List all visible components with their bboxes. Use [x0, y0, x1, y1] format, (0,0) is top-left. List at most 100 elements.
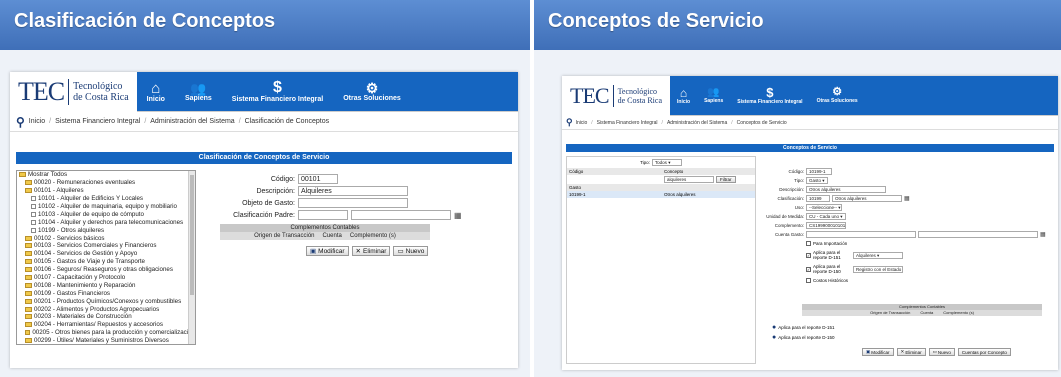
tree-item[interactable]: 10102 - Alquiler de maquinaria, equipo y…	[17, 203, 195, 211]
nav-sistema-financiero[interactable]: $ Sistema Financiero Integral	[222, 72, 333, 111]
report-select[interactable]: Alquileres ▾	[853, 251, 903, 259]
report-select[interactable]: Registro con el Estado ▾	[853, 265, 903, 273]
cuenta-desc-field[interactable]	[918, 231, 1038, 238]
main-nav: ⌂ Inicio 👥 Sapiens $ Sistema Financiero …	[136, 72, 518, 111]
slide-panel-left: Clasificación de Conceptos TEC Tecnológi…	[0, 0, 530, 377]
nav-sapiens[interactable]: 👥 Sapiens	[697, 76, 730, 115]
tree-item[interactable]: 00101 - Alquileres	[17, 187, 195, 195]
tree-item[interactable]: 00020 - Remuneraciones eventuales	[17, 179, 195, 187]
objeto-field[interactable]	[298, 198, 408, 208]
logo[interactable]: TEC Tecnológico de Costa Rica	[10, 72, 137, 112]
tree-item-label: 00204 - Herramientas/ Repuestos y acceso…	[34, 321, 163, 329]
checkbox[interactable]	[806, 241, 811, 246]
logo[interactable]: TEC Tecnológico de Costa Rica	[562, 76, 670, 116]
nav-inicio[interactable]: ⌂ Inicio	[670, 76, 697, 115]
slide-title: Conceptos de Servicio	[534, 0, 1061, 50]
tipo-select[interactable]: Gasto ▾	[806, 177, 828, 184]
breadcrumb-item[interactable]: Sistema Financiero Integral	[55, 118, 140, 125]
checkbox[interactable]: ✓	[806, 252, 811, 258]
checkbox[interactable]	[806, 278, 811, 283]
nav-label: Sapiens	[704, 97, 724, 104]
uso-select[interactable]: --Seleccione-- ▾	[806, 204, 842, 211]
breadcrumb-item[interactable]: Administración del Sistema	[667, 120, 727, 126]
concepto-filter-field[interactable]: alquileres	[664, 176, 714, 183]
checkbox-row: ✓ Aplica para el reporte D-150 Registro co…	[806, 264, 1052, 274]
tree-item-label: 00108 - Mantenimiento y Reparación	[34, 281, 136, 289]
search-icon[interactable]: ⚲	[16, 115, 25, 129]
tree-item-label: 00102 - Servicios básicos	[34, 234, 105, 242]
tree-item[interactable]: 00108 - Mantenimiento y Reparación	[17, 281, 195, 289]
slide-panel-right: Conceptos de Servicio TEC Tecnológico de …	[534, 0, 1061, 377]
tree-item[interactable]: 00102 - Servicios básicos	[17, 234, 195, 242]
search-icon[interactable]: ⚲	[566, 117, 573, 128]
checkbox[interactable]: ✓	[806, 266, 811, 272]
nuevo-button[interactable]: ▭ Nuevo	[928, 348, 955, 356]
clasificacion-code-field[interactable]: 10199	[806, 195, 830, 202]
save-icon: ▣	[866, 349, 871, 354]
nav-otras-soluciones[interactable]: ⚙ Otras Soluciones	[810, 76, 865, 115]
descripcion-field[interactable]: Alquileres	[298, 186, 408, 196]
folder-icon	[19, 172, 26, 178]
descripcion-field[interactable]: Otros alquileres	[806, 186, 886, 193]
nuevo-button[interactable]: ▭ Nuevo	[393, 246, 429, 256]
lookup-icon[interactable]: ▦	[1040, 231, 1046, 238]
filtrar-button[interactable]: Filtrar	[716, 176, 736, 183]
document-icon	[31, 219, 36, 225]
nav-sistema-financiero[interactable]: $ Sistema Financiero Integral	[730, 76, 809, 115]
concept-tree[interactable]: Mostrar Todos 00020 - Remuneraciones even…	[16, 170, 196, 345]
eliminar-button[interactable]: ✕ Eliminar	[896, 348, 926, 356]
tree-item[interactable]: 00106 - Seguros/ Reaseguros y otras obli…	[17, 266, 195, 274]
nav-sapiens[interactable]: 👥 Sapiens	[175, 72, 222, 111]
tree-scrollbar[interactable]	[188, 171, 195, 344]
unidad-select[interactable]: CU - Cada uno ▾	[806, 213, 846, 220]
tree-item[interactable]: 00107 - Capacitación y Protocolo	[17, 274, 195, 282]
padre-field[interactable]	[351, 210, 451, 220]
eliminar-button[interactable]: ✕ Eliminar	[351, 246, 391, 256]
tree-item[interactable]: 00109 - Gastos Financieros	[17, 289, 195, 297]
section-title: Conceptos de Servicio	[566, 144, 1054, 152]
tree-item[interactable]: 00105 - Gastos de Viaje y de Transporte	[17, 258, 195, 266]
nav-inicio[interactable]: ⌂ Inicio	[137, 72, 175, 111]
modificar-button[interactable]: ▣ Modificar	[306, 246, 349, 256]
codigo-field[interactable]: 00101	[298, 174, 338, 184]
breadcrumb-item[interactable]: Inicio	[576, 120, 588, 126]
codigo-field[interactable]: 10199-1	[806, 168, 832, 175]
tree-item[interactable]: 10103 - Alquiler de equipo de cómputo	[17, 210, 195, 218]
list-item[interactable]: 10199-1 Otros alquileres	[567, 191, 755, 198]
logo-tec: TEC	[18, 76, 65, 106]
breadcrumb-item[interactable]: Inicio	[29, 118, 45, 125]
tree-item[interactable]: 10199 - Otros alquileres	[17, 226, 195, 234]
tree-item[interactable]: 00203 - Materiales de Construcción	[17, 313, 195, 321]
tree-item[interactable]: 00201 - Productos Químicos/Conexos y com…	[17, 297, 195, 305]
folder-icon	[25, 290, 32, 296]
tree-item-label: 00104 - Servicios de Gestión y Apoyo	[34, 250, 138, 258]
tree-item[interactable]: 00104 - Servicios de Gestión y Apoyo	[17, 250, 195, 258]
breadcrumb-item[interactable]: Sistema Financiero Integral	[597, 120, 658, 126]
modificar-button[interactable]: ▣ Modificar	[862, 348, 894, 356]
nav-otras-soluciones[interactable]: ⚙ Otras Soluciones	[333, 72, 411, 111]
folder-icon	[25, 188, 32, 194]
codigo-label: Código:	[788, 169, 804, 174]
breadcrumb-item[interactable]: Administración del Sistema	[150, 118, 234, 125]
tree-item[interactable]: 00202 - Alimentos y Productos Agropecuar…	[17, 305, 195, 313]
document-icon	[31, 211, 36, 217]
tree-item[interactable]: 00204 - Herramientas/ Repuestos y acceso…	[17, 321, 195, 329]
folder-icon	[25, 330, 31, 336]
tree-item[interactable]: 00205 - Otros bienes para la producción …	[17, 329, 195, 337]
tree-item[interactable]: 00299 - Útiles/ Materiales y Suministros…	[17, 337, 195, 344]
complemento-field[interactable]: CS1999000101010	[806, 222, 846, 229]
cuentas-por-concepto-button[interactable]: Cuentas por Concepto	[957, 348, 1011, 356]
slide-title: Clasificación de Conceptos	[0, 0, 530, 50]
padre-code-field[interactable]	[298, 210, 348, 220]
lookup-icon[interactable]: ▦	[454, 211, 462, 220]
tipo-filter-select[interactable]: Todos ▾	[651, 159, 682, 166]
clasificacion-field[interactable]: Otros alquileres	[832, 195, 902, 202]
tree-item[interactable]: 00103 - Servicios Comerciales y Financie…	[17, 242, 195, 250]
tree-item[interactable]: 10101 - Alquiler de Edificios Y Locales	[17, 195, 195, 203]
tree-item[interactable]: 10104 - Alquiler y derechos para telecom…	[17, 218, 195, 226]
tree-item-label: 00107 - Capacitación y Protocolo	[34, 274, 126, 282]
tree-item[interactable]: Mostrar Todos	[17, 171, 195, 179]
cuenta-field[interactable]	[806, 231, 916, 238]
objeto-row: Objeto de Gasto:	[205, 198, 408, 208]
lookup-icon[interactable]: ▦	[904, 195, 910, 202]
